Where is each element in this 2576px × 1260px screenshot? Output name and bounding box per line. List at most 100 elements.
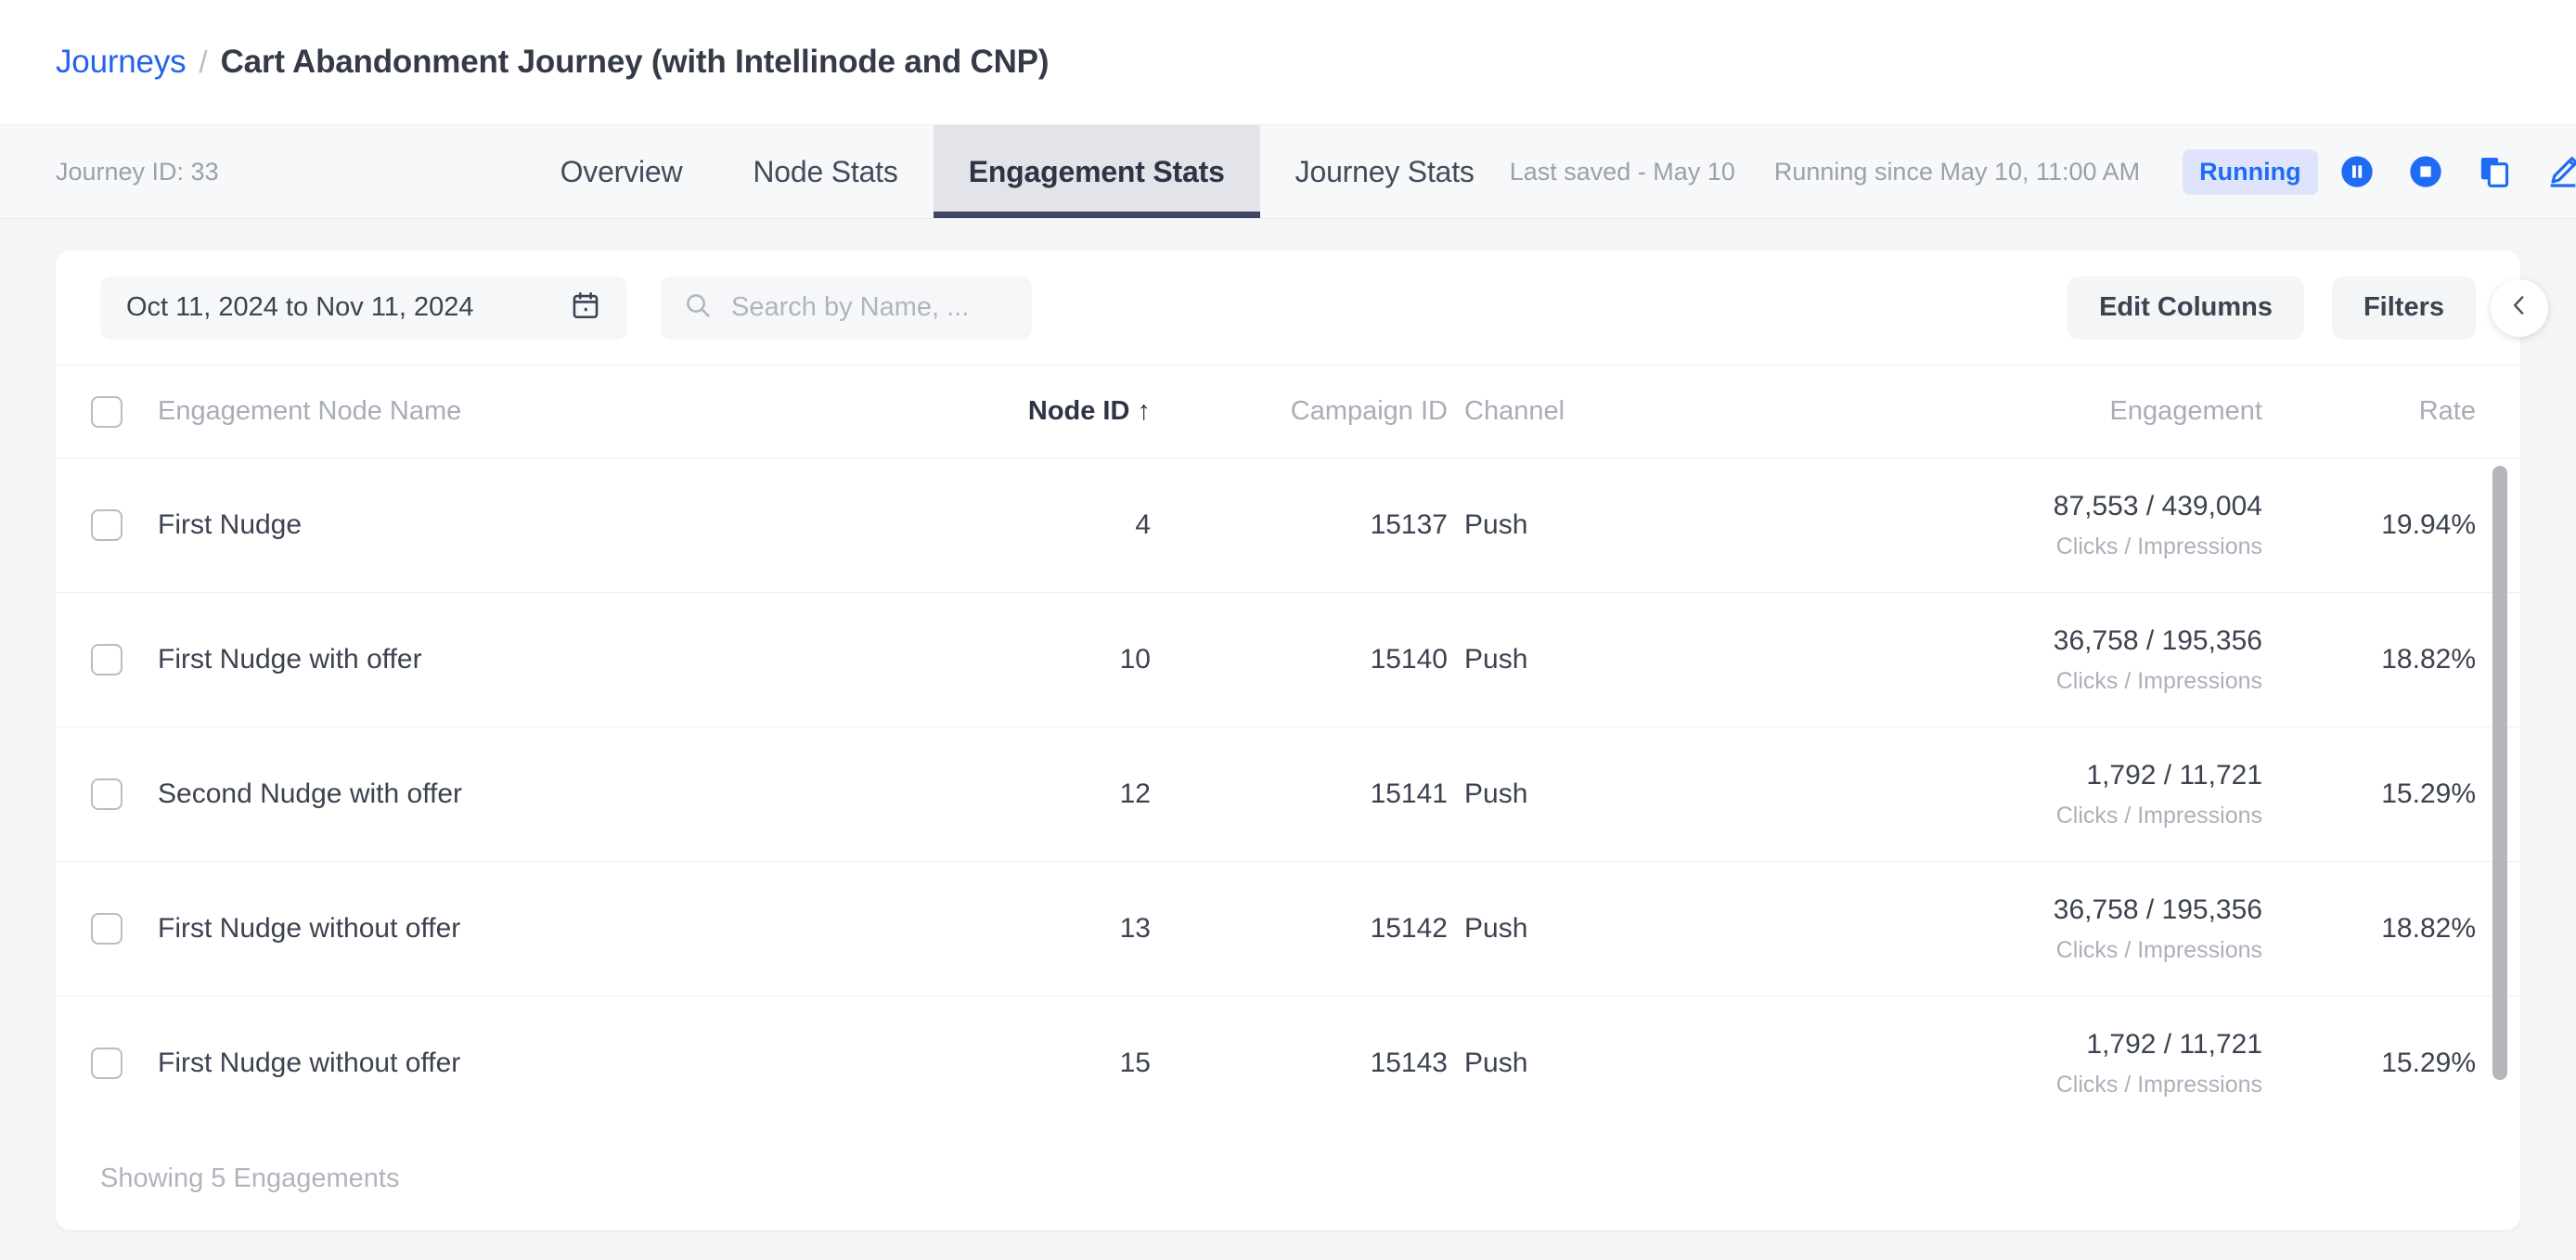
engagement-value: 87,553 / 439,004 [2053,490,2262,521]
cell-engagement: 1,792 / 11,721 Clicks / Impressions [1624,760,2262,829]
column-header-name[interactable]: Engagement Node Name [158,396,826,427]
page-title: Cart Abandonment Journey (with Intellino… [220,44,1050,80]
breadcrumb-bar: Journeys / Cart Abandonment Journey (wit… [0,0,2576,124]
edit-button[interactable] [2533,142,2576,201]
cell-rate: 18.82% [2381,644,2476,675]
select-all-cell[interactable] [56,395,158,428]
engagement-sublabel: Clicks / Impressions [2055,667,2262,694]
table-header-row: Engagement Node Name Node ID ↑ Campaign … [56,366,2520,458]
table-row[interactable]: First Nudge without offer 15 15143 Push … [56,996,2520,1126]
engagement-stats-card: Oct 11, 2024 to Nov 11, 2024 Search by N… [56,251,2548,1230]
row-select-cell[interactable] [56,509,158,541]
search-placeholder: Search by Name, ... [731,292,970,322]
table-row[interactable]: First Nudge 4 15137 Push 87,553 / 439,00… [56,458,2520,593]
tab-engagement-stats[interactable]: Engagement Stats [933,125,1260,218]
column-header-engagement[interactable]: Engagement [1624,396,2262,427]
tab-journey-stats[interactable]: Journey Stats [1260,125,1510,218]
date-range-value: Oct 11, 2024 to Nov 11, 2024 [126,292,474,322]
row-select-cell[interactable] [56,778,158,810]
edit-columns-button[interactable]: Edit Columns [2067,276,2304,340]
row-select-cell[interactable] [56,644,158,675]
running-since-label: Running since May 10, 11:00 AM [1773,157,2141,186]
row-checkbox[interactable] [91,509,122,541]
date-range-picker[interactable]: Oct 11, 2024 to Nov 11, 2024 [100,276,627,340]
journey-id-label: Journey ID: 33 [56,157,219,186]
search-icon [683,290,713,325]
collapse-panel-button[interactable] [2491,278,2548,337]
table-scroll-area[interactable]: Engagement Node Name Node ID ↑ Campaign … [56,366,2520,1126]
showing-count-label: Showing 5 Engagements [100,1163,400,1193]
cell-campaign-id: 15142 [1370,913,1448,944]
cell-node-id: 13 [1119,913,1151,944]
cell-engagement: 1,792 / 11,721 Clicks / Impressions [1624,1029,2262,1099]
table-toolbar: Oct 11, 2024 to Nov 11, 2024 Search by N… [56,251,2548,366]
cell-node-name: First Nudge with offer [158,644,422,675]
tab-label: Journey Stats [1294,154,1475,188]
cell-channel: Push [1464,913,1528,944]
tab-label: Engagement Stats [968,154,1225,188]
cell-campaign-id: 15140 [1370,644,1448,675]
page-body: Oct 11, 2024 to Nov 11, 2024 Search by N… [0,219,2576,1260]
cell-engagement: 87,553 / 439,004 Clicks / Impressions [1624,491,2262,560]
engagement-sublabel: Clicks / Impressions [2055,1071,2262,1098]
engagement-value: 1,792 / 11,721 [2086,759,2262,791]
table-row[interactable]: First Nudge without offer 13 15142 Push … [56,862,2520,996]
engagement-value: 1,792 / 11,721 [2086,1028,2262,1060]
duplicate-icon [2476,153,2513,190]
column-header-node-id-label: Node ID [1027,396,1130,426]
table-row[interactable]: Second Nudge with offer 12 15141 Push 1,… [56,727,2520,862]
tab-bar-actions: Last saved - May 10 Running since May 10… [1510,125,2576,218]
row-select-cell[interactable] [56,913,158,945]
row-select-cell[interactable] [56,1048,158,1079]
cell-node-id: 4 [1135,509,1151,540]
breadcrumb-parent-link[interactable]: Journeys [56,44,187,81]
cell-node-name: Second Nudge with offer [158,778,462,809]
calendar-icon [570,289,601,326]
column-header-node-id[interactable]: Node ID ↑ [826,396,1151,427]
duplicate-button[interactable] [2465,142,2524,201]
row-checkbox[interactable] [91,913,122,945]
cell-node-name: First Nudge without offer [158,1048,461,1078]
cell-rate: 18.82% [2381,913,2476,944]
cell-channel: Push [1464,778,1528,809]
column-header-rate[interactable]: Rate [2262,396,2476,427]
stop-button[interactable] [2396,142,2455,201]
cell-campaign-id: 15143 [1370,1048,1448,1078]
filters-button[interactable]: Filters [2331,276,2476,340]
table-footer: Showing 5 Engagements [56,1126,2520,1230]
pause-icon [2338,153,2376,190]
cell-engagement: 36,758 / 195,356 Clicks / Impressions [1624,625,2262,695]
row-checkbox[interactable] [91,778,122,810]
engagement-sublabel: Clicks / Impressions [2055,802,2262,829]
breadcrumb-separator: / [199,45,208,79]
column-header-channel[interactable]: Channel [1448,396,1624,427]
column-header-campaign-id[interactable]: Campaign ID [1151,396,1448,427]
tab-node-stats[interactable]: Node Stats [717,125,933,218]
row-checkbox[interactable] [91,1048,122,1079]
cell-node-id: 10 [1119,644,1151,675]
tab-bar: Journey ID: 33 Overview Node Stats Engag… [0,124,2576,381]
cell-rate: 15.29% [2381,1048,2476,1078]
cell-rate: 19.94% [2381,509,2476,540]
last-saved-label: Last saved - May 10 [1509,157,1735,186]
sort-ascending-icon: ↑ [1137,396,1152,426]
status-badge: Running [2183,148,2318,195]
tab-label: Overview [560,154,683,188]
table-row[interactable]: First Nudge with offer 10 15140 Push 36,… [56,593,2520,727]
row-checkbox[interactable] [91,644,122,675]
chevron-left-icon [2507,293,2531,322]
cell-engagement: 36,758 / 195,356 Clicks / Impressions [1624,894,2262,964]
stop-icon [2407,153,2444,190]
select-all-checkbox[interactable] [91,395,122,428]
edit-icon [2544,153,2576,190]
cell-node-id: 15 [1119,1048,1151,1078]
engagement-sublabel: Clicks / Impressions [2055,533,2262,559]
pause-button[interactable] [2327,142,2387,201]
tab-list: Overview Node Stats Engagement Stats Jou… [525,125,1510,218]
engagement-value: 36,758 / 195,356 [2053,624,2262,656]
cell-node-name: First Nudge [158,509,303,540]
table-vertical-scrollbar[interactable] [2492,466,2507,1080]
cell-node-name: First Nudge without offer [158,913,461,944]
tab-overview[interactable]: Overview [525,125,718,218]
search-input[interactable]: Search by Name, ... [661,276,1032,340]
